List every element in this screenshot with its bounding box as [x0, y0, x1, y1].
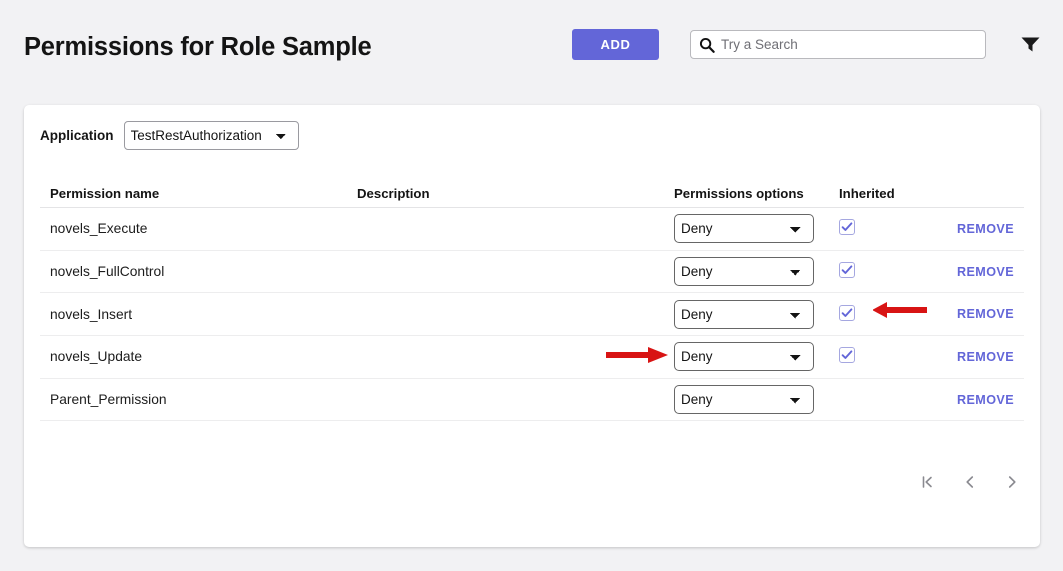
permission-option-select[interactable]: Deny — [674, 257, 814, 287]
row-actions-cell: REMOVE — [929, 305, 1024, 323]
permission-option-cell: Deny — [674, 342, 839, 372]
search-icon — [699, 37, 715, 53]
inherited-checkbox[interactable] — [839, 347, 855, 364]
permissions-card: Application TestRestAuthorization Permis… — [24, 105, 1040, 547]
table-header-row: Permission name Description Permissions … — [40, 180, 1024, 208]
inherited-checkbox[interactable] — [839, 262, 855, 279]
permission-option-cell: Deny — [674, 257, 839, 287]
permissions-table: Permission name Description Permissions … — [40, 180, 1024, 422]
first-page-icon[interactable] — [918, 472, 938, 492]
remove-button[interactable]: REMOVE — [957, 222, 1014, 236]
column-header-permission-name: Permission name — [50, 186, 160, 201]
chevron-right-icon[interactable] — [1002, 472, 1022, 492]
permission-option-select[interactable]: Deny — [674, 214, 814, 244]
permission-name-cell: novels_FullControl — [50, 264, 165, 280]
table-row: novels_Update Deny REMOVE — [40, 336, 1024, 379]
pagination-controls — [918, 472, 1022, 492]
row-actions-cell: REMOVE — [929, 348, 1024, 366]
permission-name-cell: novels_Update — [50, 349, 143, 365]
application-filter-row: Application TestRestAuthorization — [40, 121, 299, 150]
permission-name-cell: Parent_Permission — [50, 392, 167, 408]
inherited-checkbox[interactable] — [839, 219, 855, 236]
table-row: novels_Execute Deny REMOVE — [40, 208, 1024, 251]
permission-option-cell: Deny — [674, 214, 839, 244]
search-box[interactable] — [690, 30, 986, 59]
search-input[interactable] — [721, 37, 977, 52]
permission-option-cell: Deny — [674, 385, 839, 415]
remove-button[interactable]: REMOVE — [957, 307, 1014, 321]
table-row: Parent_Permission Deny REMOVE — [40, 379, 1024, 422]
filter-funnel-icon[interactable] — [1020, 36, 1041, 53]
application-label: Application — [40, 128, 114, 143]
permission-option-select[interactable]: Deny — [674, 299, 814, 329]
table-row: novels_Insert Deny REMOVE — [40, 293, 1024, 337]
page-header: Permissions for Role Sample ADD — [0, 0, 1063, 92]
column-header-inherited: Inherited — [839, 186, 895, 201]
row-actions-cell: REMOVE — [929, 220, 1024, 238]
row-actions-cell: REMOVE — [929, 263, 1024, 281]
inherited-cell — [839, 347, 929, 366]
permission-name-cell: novels_Insert — [50, 306, 133, 322]
remove-button[interactable]: REMOVE — [957, 350, 1014, 364]
add-button[interactable]: ADD — [572, 29, 659, 60]
inherited-cell — [839, 219, 929, 238]
row-actions-cell: REMOVE — [929, 391, 1024, 409]
inherited-cell — [839, 304, 929, 324]
application-select[interactable]: TestRestAuthorization — [123, 121, 299, 150]
permission-option-select[interactable]: Deny — [674, 385, 814, 415]
permission-name-cell: novels_Execute — [50, 221, 148, 237]
remove-button[interactable]: REMOVE — [957, 393, 1014, 407]
page-title: Permissions for Role Sample — [24, 33, 372, 61]
table-row: novels_FullControl Deny REMOVE — [40, 251, 1024, 294]
remove-button[interactable]: REMOVE — [957, 265, 1014, 279]
chevron-left-icon[interactable] — [960, 472, 980, 492]
permission-option-cell: Deny — [674, 299, 839, 329]
column-header-description: Description — [357, 186, 430, 201]
permission-option-select[interactable]: Deny — [674, 342, 814, 372]
column-header-permissions-options: Permissions options — [674, 186, 804, 201]
inherited-cell — [839, 262, 929, 281]
inherited-checkbox[interactable] — [839, 304, 855, 321]
